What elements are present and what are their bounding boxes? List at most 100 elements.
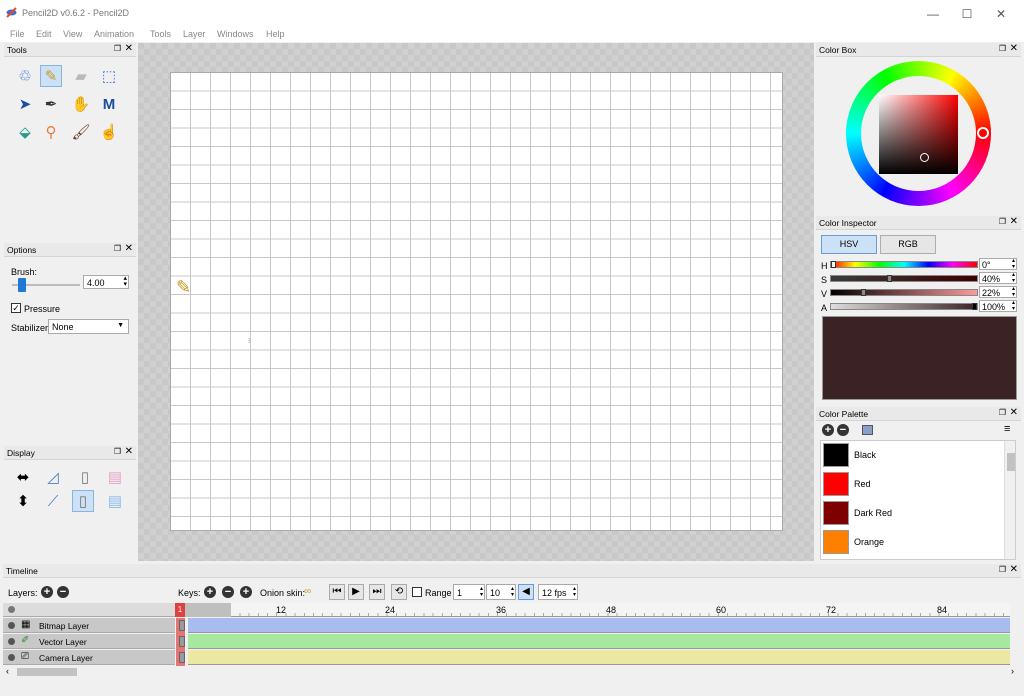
thin-lines-icon[interactable]: ◿	[42, 466, 64, 488]
close-icon[interactable]: ✕	[1010, 564, 1018, 575]
vector-track[interactable]	[179, 634, 1010, 649]
palette-item[interactable]: Black	[821, 441, 1001, 469]
bucket-tool-icon[interactable]: ⬙	[14, 121, 36, 143]
add-layer-icon[interactable]: +	[41, 586, 53, 598]
palette-view-icon[interactable]	[862, 425, 873, 435]
menu-edit[interactable]: Edit	[36, 29, 52, 39]
palette-scrollbar-thumb[interactable]	[1007, 453, 1015, 471]
close-icon[interactable]: ✕	[1010, 216, 1018, 227]
scroll-left-icon[interactable]: ‹	[6, 666, 9, 676]
close-icon[interactable]: ✕	[1010, 43, 1018, 54]
range-checkbox[interactable]	[412, 587, 422, 597]
visibility-icon[interactable]	[8, 638, 15, 645]
keyframe[interactable]	[179, 652, 185, 663]
fps-input[interactable]: 12 fps ▴ ▾	[538, 584, 578, 600]
range-start-input[interactable]: 1 ▴ ▾	[453, 584, 485, 600]
eyedropper-tool-icon[interactable]: ⚲	[40, 121, 62, 143]
hue-slider[interactable]	[830, 261, 978, 268]
layer-row-camera[interactable]: ⎚ Camera Layer	[3, 650, 175, 665]
play-icon[interactable]: ▶	[348, 584, 364, 600]
hue-picker-marker[interactable]	[977, 127, 989, 139]
layer-row-bitmap[interactable]: ▦ Bitmap Layer	[3, 618, 175, 633]
horizontal-flip-icon[interactable]: ⬌	[12, 466, 34, 488]
spin-arrows-icon[interactable]: ▴ ▾	[123, 275, 127, 288]
range-end-input[interactable]: 10 ▴ ▾	[486, 584, 516, 600]
saturation-slider[interactable]	[830, 275, 978, 282]
v-value-input[interactable]: 22% ▴ ▾	[979, 286, 1017, 298]
pen-tool-icon[interactable]: ✒	[40, 93, 62, 115]
spin-arrows-icon[interactable]: ▴ ▾	[1012, 272, 1015, 284]
clear-tool-icon[interactable]: ♲	[14, 65, 36, 87]
sound-icon[interactable]: ◀	[518, 584, 534, 600]
remove-layer-icon[interactable]: −	[57, 586, 69, 598]
vertical-flip-icon[interactable]: ⬍	[12, 490, 34, 512]
float-icon[interactable]: ❐	[999, 565, 1006, 574]
value-slider[interactable]	[830, 289, 978, 296]
outlines-icon[interactable]: ▯	[74, 466, 96, 488]
move-tool-icon[interactable]: ☝	[98, 121, 120, 143]
menu-windows[interactable]: Windows	[217, 29, 254, 39]
pointer-tool-icon[interactable]: ➤	[14, 93, 36, 115]
spin-arrows-icon[interactable]: ▴ ▾	[1012, 258, 1015, 270]
h-value-input[interactable]: 0° ▴ ▾	[979, 258, 1017, 270]
onion-prev-icon[interactable]: ▤	[104, 466, 126, 488]
palette-item[interactable]: Red	[821, 470, 1001, 498]
show-lines-icon[interactable]: ⟋	[42, 490, 64, 512]
scroll-right-icon[interactable]: ›	[1011, 666, 1014, 676]
float-icon[interactable]: ❐	[114, 244, 121, 253]
palette-scrollbar[interactable]	[1004, 441, 1015, 559]
palette-item[interactable]: Orange	[821, 528, 1001, 556]
sv-square[interactable]	[879, 95, 958, 174]
spin-arrows-icon[interactable]: ▴ ▾	[480, 586, 483, 598]
value-slider-handle[interactable]	[861, 289, 866, 296]
palette-item[interactable]: Dark Red	[821, 499, 1001, 527]
spin-arrows-icon[interactable]: ▴ ▾	[511, 586, 514, 598]
canvas-area[interactable]: ✎ ⁝	[138, 43, 814, 561]
menu-view[interactable]: View	[63, 29, 82, 39]
s-value-input[interactable]: 40% ▴ ▾	[979, 272, 1017, 284]
eraser-tool-icon[interactable]: ▰	[70, 65, 92, 87]
float-icon[interactable]: ❐	[114, 447, 121, 456]
brush-size-input[interactable]: 4.00 ▴ ▾	[83, 275, 129, 289]
float-icon[interactable]: ❐	[999, 217, 1006, 226]
visibility-icon[interactable]	[8, 622, 15, 629]
sv-picker-marker[interactable]	[920, 153, 929, 162]
onion-skin-icon[interactable]: ∞	[304, 586, 311, 597]
loop-icon[interactable]: ⟲	[391, 584, 407, 600]
spin-arrows-icon[interactable]: ▴ ▾	[1012, 300, 1015, 312]
select-tool-icon[interactable]: ⬚	[98, 65, 120, 87]
hue-wheel[interactable]	[846, 61, 991, 206]
remove-key-icon[interactable]: −	[222, 586, 234, 598]
close-button[interactable]: ✕	[978, 4, 1024, 24]
smudge-tool-icon[interactable]: M	[98, 93, 120, 115]
camera-track[interactable]	[179, 650, 1010, 665]
a-value-input[interactable]: 100% ▴ ▾	[979, 300, 1017, 312]
spin-arrows-icon[interactable]: ▴ ▾	[573, 586, 576, 598]
menu-layer[interactable]: Layer	[183, 29, 206, 39]
close-icon[interactable]: ✕	[125, 243, 133, 254]
hand-tool-icon[interactable]: ✋	[70, 93, 92, 115]
duplicate-key-icon[interactable]: +	[240, 586, 252, 598]
pressure-checkbox[interactable]: ✓	[11, 303, 21, 313]
pencil-tool-icon[interactable]: ✎	[40, 65, 62, 87]
float-icon[interactable]: ❐	[999, 44, 1006, 53]
menu-help[interactable]: Help	[266, 29, 285, 39]
alpha-slider-handle[interactable]	[972, 303, 977, 310]
current-frame-marker[interactable]: 1	[175, 603, 185, 617]
brush-tool-icon[interactable]: 🖌	[70, 121, 92, 143]
jump-start-icon[interactable]: ⏮	[329, 584, 345, 600]
palette-menu-icon[interactable]: ≡	[1004, 423, 1010, 435]
frame-ruler[interactable]: 1 12 24 36 48 60 72 84	[175, 603, 1010, 617]
saturation-slider-handle[interactable]	[887, 275, 892, 282]
drawing-canvas[interactable]	[170, 72, 783, 531]
close-icon[interactable]: ✕	[125, 43, 133, 54]
menu-animation[interactable]: Animation	[94, 29, 134, 39]
add-color-icon[interactable]: +	[822, 424, 834, 436]
remove-color-icon[interactable]: −	[837, 424, 849, 436]
jump-end-icon[interactable]: ⏭	[369, 584, 385, 600]
float-icon[interactable]: ❐	[114, 44, 121, 53]
bitmap-track[interactable]	[179, 618, 1010, 633]
add-key-icon[interactable]: +	[204, 586, 216, 598]
visibility-icon[interactable]	[8, 654, 15, 661]
onion-next-icon[interactable]: ▤	[104, 490, 126, 512]
